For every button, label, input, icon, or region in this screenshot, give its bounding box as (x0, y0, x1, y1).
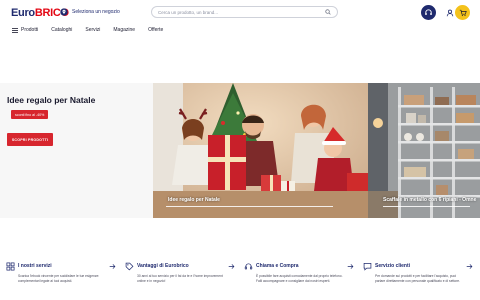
logo-euro: Euro (11, 7, 35, 19)
help-button[interactable] (421, 5, 436, 20)
service-title[interactable]: I nostri servizi (18, 263, 52, 269)
nav-item-offerte[interactable]: Offerte (148, 27, 163, 33)
tag-icon (125, 262, 134, 271)
nav-item-cataloghi[interactable]: Cataloghi (51, 27, 72, 33)
nav-item-label: Prodotti (21, 27, 39, 33)
search-bar[interactable] (151, 6, 338, 18)
hero-title: Idee regalo per Natale (7, 95, 96, 105)
search-input[interactable] (158, 9, 325, 15)
search-icon[interactable] (325, 9, 331, 15)
headset-icon (244, 263, 253, 270)
discover-products-button[interactable]: SCOPRI PRODOTTI (7, 133, 53, 146)
nav-item-magazine[interactable]: Magazine (113, 27, 135, 33)
arrow-right-icon[interactable] (228, 263, 235, 270)
service-title[interactable]: Vantaggi di Eurobrico (137, 263, 189, 269)
user-icon (446, 9, 453, 16)
service-description: Per domande sui prodotti e per facilitar… (375, 274, 461, 283)
arrow-right-icon[interactable] (109, 263, 116, 270)
service-title[interactable]: Servizio clienti (375, 263, 410, 269)
hero-caption: Idee regalo per Natale (168, 197, 220, 203)
arrow-right-icon[interactable] (466, 263, 473, 270)
main-nav: Prodotti Cataloghi Servizi Magazine Offe… (12, 27, 176, 33)
service-description: 30 anni al tuo servizio per il fai da te… (137, 274, 223, 283)
chat-icon (363, 262, 372, 271)
shelf-caption: Scaffale in metallo con 6 ripiani - Omne (383, 197, 477, 203)
service-description: È possibile fare acquisti comodamente da… (256, 274, 343, 283)
nav-item-servizi[interactable]: Servizi (85, 27, 100, 33)
nav-item-prodotti[interactable]: Prodotti (12, 27, 38, 33)
grid-icon (6, 262, 15, 271)
promo-badge: sconti fino al -40% (11, 110, 49, 119)
map-pin-icon (60, 8, 68, 16)
cart-icon (459, 9, 467, 16)
service-description: Scarica l'ebook vincente per soddisfare … (18, 274, 100, 283)
arrow-right-icon[interactable] (347, 263, 354, 270)
slide-progress-bar (383, 206, 470, 208)
menu-icon (12, 27, 18, 33)
store-selector[interactable]: Seleziona un negozio (60, 8, 120, 16)
slide-progress-bar (166, 206, 333, 208)
store-label: Seleziona un negozio (72, 9, 120, 15)
service-title[interactable]: Chiama e Compra (256, 263, 299, 269)
cart-button[interactable] (455, 5, 470, 20)
headset-icon (425, 9, 432, 16)
